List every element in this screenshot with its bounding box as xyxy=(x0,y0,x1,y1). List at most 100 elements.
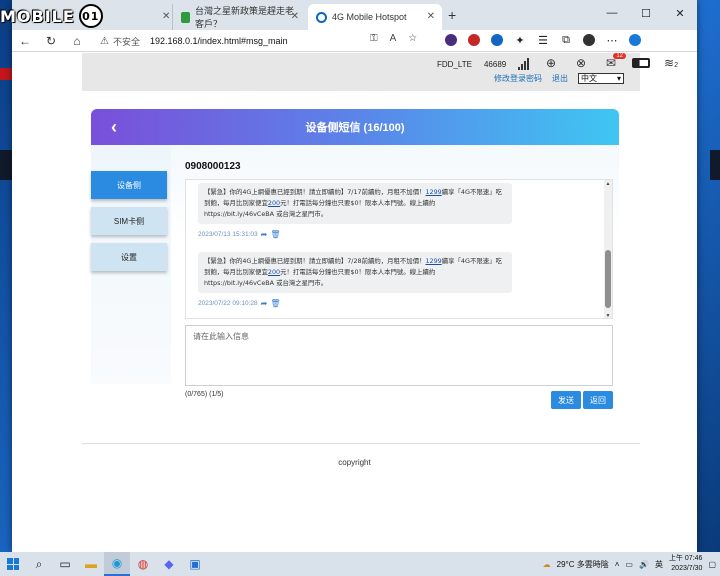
tab-taiwan-star[interactable]: 台灣之星新政策是趕走老客戶？ ✕ xyxy=(172,4,306,30)
status-links: 修改登录密码 退出 中文 ▾ xyxy=(494,73,624,84)
back-button[interactable]: ← xyxy=(12,34,38,48)
signal-info: FDD_LTE 46689 xyxy=(437,58,530,70)
chrome-icon[interactable]: ◍ xyxy=(130,552,156,576)
status-icons: ⊕ ⊗ ✉ 12 ≋2 xyxy=(542,53,680,70)
tab-hotspot[interactable]: 4G Mobile Hotspot ✕ xyxy=(308,4,442,30)
home-button[interactable]: ⌂ xyxy=(64,34,90,48)
url-text[interactable]: 192.168.0.1/index.html#msg_main xyxy=(150,36,288,46)
trash-icon[interactable]: 🗑 xyxy=(270,299,280,308)
network-type: FDD_LTE xyxy=(437,59,472,69)
tab-label: 台灣之星新政策是趕走老客戶？ xyxy=(194,6,294,29)
search-icon[interactable]: ⌕ xyxy=(26,552,52,576)
conversation-area: 0908000123 【緊急】你的4G上網優惠已經到期！請立即續約】7/17前續… xyxy=(171,145,619,409)
extension-ban-icon[interactable] xyxy=(467,33,481,47)
sidebar-item-device[interactable]: 设备侧 xyxy=(91,171,167,199)
volume-icon[interactable]: 🔊 xyxy=(639,560,649,569)
chevron-down-icon: ▾ xyxy=(616,74,621,83)
footer-divider xyxy=(82,443,640,444)
clock[interactable]: 上午 07:46 2023/7/30 xyxy=(669,554,702,574)
scroll-down-icon[interactable]: ▼ xyxy=(604,313,612,318)
message-link[interactable]: 1299 xyxy=(425,188,441,196)
extension-puzzle-icon[interactable]: ✦ xyxy=(513,33,527,47)
read-aloud-icon[interactable]: A xyxy=(390,33,397,44)
maximize-button[interactable]: ☐ xyxy=(629,0,663,26)
message-link[interactable]: 1299 xyxy=(425,257,441,265)
discord-icon[interactable]: ◆ xyxy=(156,552,182,576)
tab-close-icon[interactable]: ✕ xyxy=(427,11,435,22)
message-link[interactable]: 200 xyxy=(268,199,280,207)
address-bar: ← ↻ ⌂ ⚠ 不安全 192.168.0.1/index.html#msg_m… xyxy=(12,30,697,52)
message-text: 【緊急】你的4G上網優惠已經到期！請立即續約】7/28前續約，月租不加價！ xyxy=(204,257,426,265)
change-password-link[interactable]: 修改登录密码 xyxy=(494,73,542,84)
sms-card: ‹ 设备侧短信 (16/100) 设备侧 SIM卡侧 设置 0908000123… xyxy=(91,109,619,409)
no-roaming-icon: ⊗ xyxy=(575,56,587,70)
extension-icons: ✦ ☰ ⧉ ⋯ xyxy=(444,33,642,47)
new-tab-button[interactable]: + xyxy=(448,7,456,23)
timestamp-text: 2023/07/22 09:10:28 xyxy=(198,300,258,307)
sms-sidebar: 设备侧 SIM卡侧 设置 xyxy=(91,145,171,384)
key-icon[interactable]: ⚿ xyxy=(370,33,378,44)
warning-icon: ⚠ xyxy=(100,35,109,47)
sidebar-item-sim[interactable]: SIM卡侧 xyxy=(91,207,167,235)
notification-icon[interactable]: ▢ xyxy=(708,560,716,569)
web-page: FDD_LTE 46689 ⊕ ⊗ ✉ 12 ≋2 修改登录密码 退出 中文 ▾ ‹… xyxy=(12,53,697,552)
bing-icon[interactable] xyxy=(628,33,642,47)
tray-chevron-icon[interactable]: ˄ xyxy=(615,560,620,569)
favorite-star-icon[interactable]: ☆ xyxy=(408,33,417,44)
forward-icon[interactable]: ➦ xyxy=(261,230,268,239)
battery-icon xyxy=(632,56,650,70)
window-controls: — ☐ ✕ xyxy=(595,0,697,26)
send-button[interactable]: 发送 xyxy=(551,391,581,409)
mail-icon[interactable]: ✉ 12 xyxy=(602,53,626,70)
desktop-window-edge xyxy=(710,150,720,180)
signal-bars-icon xyxy=(518,58,530,70)
forward-icon[interactable]: ➦ xyxy=(261,299,268,308)
tab-close-icon[interactable]: ✕ xyxy=(291,11,299,22)
copyright-text: copyright xyxy=(338,458,371,467)
scroll-thumb[interactable] xyxy=(605,250,611,308)
message-timestamp: 2023/07/13 15:31:03 ➦ 🗑 xyxy=(198,230,281,239)
edge-icon[interactable]: ◉ xyxy=(104,552,130,576)
language-select[interactable]: 中文 ▾ xyxy=(578,73,624,84)
start-button[interactable] xyxy=(0,552,26,576)
sms-header: ‹ 设备侧短信 (16/100) xyxy=(91,109,619,145)
brand-text: MOBILE xyxy=(0,6,75,26)
desktop-icon[interactable] xyxy=(0,68,12,80)
logout-link[interactable]: 退出 xyxy=(552,73,568,84)
close-button[interactable]: ✕ xyxy=(663,0,697,26)
scroll-up-icon[interactable]: ▲ xyxy=(604,181,612,187)
url-bar[interactable]: ⚠ 不安全 192.168.0.1/index.html#msg_main xyxy=(100,32,476,50)
collections-icon[interactable]: ⧉ xyxy=(559,33,573,47)
message-text: 續享「4G不限速」 xyxy=(441,257,496,265)
sidebar-item-settings[interactable]: 设置 xyxy=(91,243,167,271)
tab-close-icon[interactable]: ✕ xyxy=(162,11,170,22)
weather-text[interactable]: 29°C 多雲時陰 xyxy=(557,559,609,570)
system-tray: ☁ 29°C 多雲時陰 ˄ ▭ 🔊 英 上午 07:46 2023/7/30 ▢ xyxy=(543,552,716,576)
thread-scrollbar[interactable]: ▲ ▼ xyxy=(604,180,612,318)
return-button[interactable]: 返回 xyxy=(583,391,613,409)
profile-avatar-icon[interactable] xyxy=(582,33,596,47)
input-language[interactable]: 英 xyxy=(655,559,663,570)
refresh-button[interactable]: ↻ xyxy=(38,34,64,48)
network-icon[interactable]: ▭ xyxy=(625,560,633,569)
tab-label: 4G Mobile Hotspot xyxy=(332,12,407,22)
extension-info-icon[interactable] xyxy=(444,33,458,47)
message-text: 續享「4G不限速」 xyxy=(441,188,496,196)
message-timestamp: 2023/07/22 09:10:28 ➦ 🗑 xyxy=(198,299,281,308)
trash-icon[interactable]: 🗑 xyxy=(270,230,280,239)
menu-icon[interactable]: ⋯ xyxy=(605,33,619,47)
status-band: FDD_LTE 46689 ⊕ ⊗ ✉ 12 ≋2 修改登录密码 退出 中文 ▾ xyxy=(82,53,678,91)
message-link[interactable]: 200 xyxy=(268,268,280,276)
extension-shield-icon[interactable] xyxy=(490,33,504,47)
minimize-button[interactable]: — xyxy=(595,0,629,26)
clock-time: 07:46 xyxy=(684,555,703,562)
clock-ampm: 上午 xyxy=(668,555,683,562)
message-bubble: 【緊急】你的4G上網優惠已經到期！請立即續約】7/17前續約，月租不加價！129… xyxy=(198,183,512,224)
language-value: 中文 xyxy=(581,74,597,83)
app-icon[interactable]: ▣ xyxy=(182,552,208,576)
task-view-icon[interactable]: ▭ xyxy=(52,552,78,576)
favorites-icon[interactable]: ☰ xyxy=(536,33,550,47)
taskbar: ⌕ ▭ ▬ ◉ ◍ ◆ ▣ ☁ 29°C 多雲時陰 ˄ ▭ 🔊 英 上午 07:… xyxy=(0,552,720,576)
message-input[interactable]: 请在此输入信息 xyxy=(185,325,613,386)
file-explorer-icon[interactable]: ▬ xyxy=(78,552,104,576)
